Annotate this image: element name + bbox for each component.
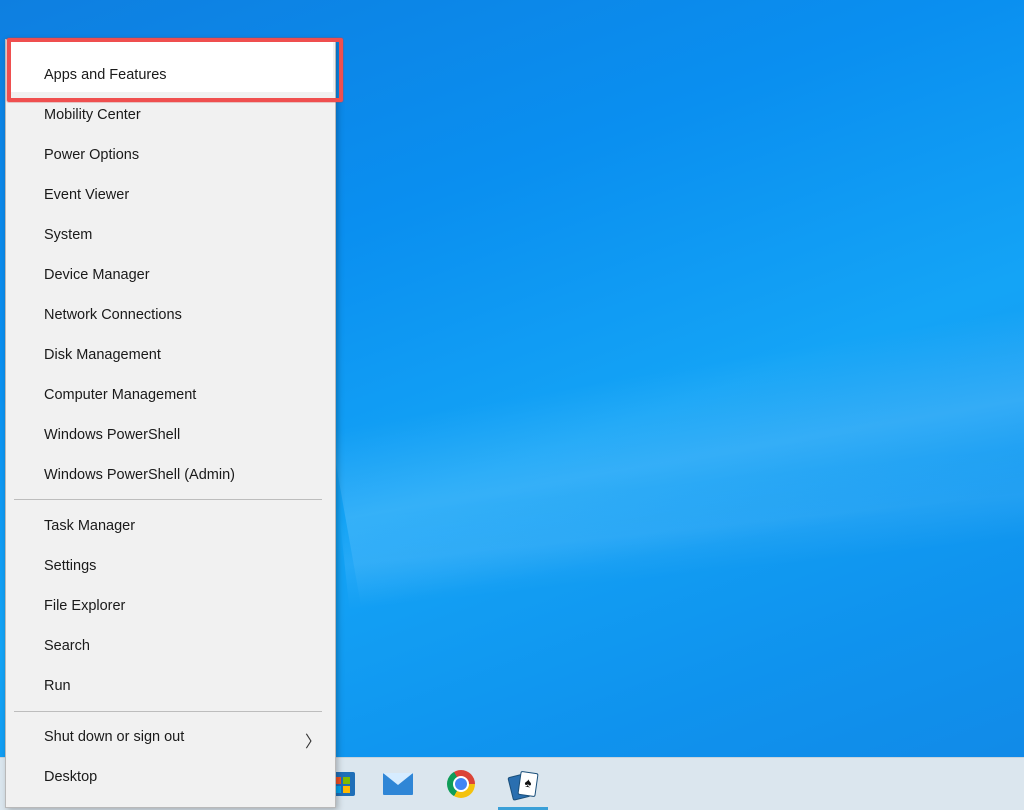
menu-item-shut-down-or-sign-out[interactable]: Shut down or sign out 〉: [6, 717, 335, 757]
menu-item-run[interactable]: Run: [6, 666, 335, 706]
winx-context-menu: Apps and Features Mobility Center Power …: [5, 39, 336, 808]
solitaire-icon: ♠: [507, 770, 539, 801]
menu-group-session: Shut down or sign out 〉 Desktop: [6, 717, 335, 797]
chrome-icon: [447, 770, 475, 798]
menu-item-windows-powershell[interactable]: Windows PowerShell: [6, 415, 335, 455]
menu-item-file-explorer[interactable]: File Explorer: [6, 586, 335, 626]
menu-separator: [14, 499, 322, 500]
menu-item-device-manager[interactable]: Device Manager: [6, 255, 335, 295]
chevron-right-icon: 〉: [304, 734, 321, 751]
highlighted-item-label[interactable]: Apps and Features: [44, 64, 167, 86]
menu-item-power-options[interactable]: Power Options: [6, 135, 335, 175]
menu-group-utilities: Task Manager Settings File Explorer Sear…: [6, 506, 335, 706]
taskbar-chrome-button[interactable]: [437, 758, 485, 810]
menu-item-label: Shut down or sign out: [44, 729, 185, 745]
menu-item-disk-management[interactable]: Disk Management: [6, 335, 335, 375]
menu-separator: [14, 711, 322, 712]
menu-item-event-viewer[interactable]: Event Viewer: [6, 175, 335, 215]
menu-item-system[interactable]: System: [6, 215, 335, 255]
mail-icon: [383, 773, 413, 795]
taskbar-mail-button[interactable]: [374, 758, 422, 810]
menu-item-task-manager[interactable]: Task Manager: [6, 506, 335, 546]
menu-item-network-connections[interactable]: Network Connections: [6, 295, 335, 335]
menu-group-system-tools: Apps and Features Mobility Center Power …: [6, 55, 335, 495]
menu-item-settings[interactable]: Settings: [6, 546, 335, 586]
menu-item-computer-management[interactable]: Computer Management: [6, 375, 335, 415]
menu-item-search[interactable]: Search: [6, 626, 335, 666]
menu-item-windows-powershell-admin[interactable]: Windows PowerShell (Admin): [6, 455, 335, 495]
menu-item-desktop[interactable]: Desktop: [6, 757, 335, 797]
taskbar-solitaire-button[interactable]: ♠: [498, 758, 548, 810]
